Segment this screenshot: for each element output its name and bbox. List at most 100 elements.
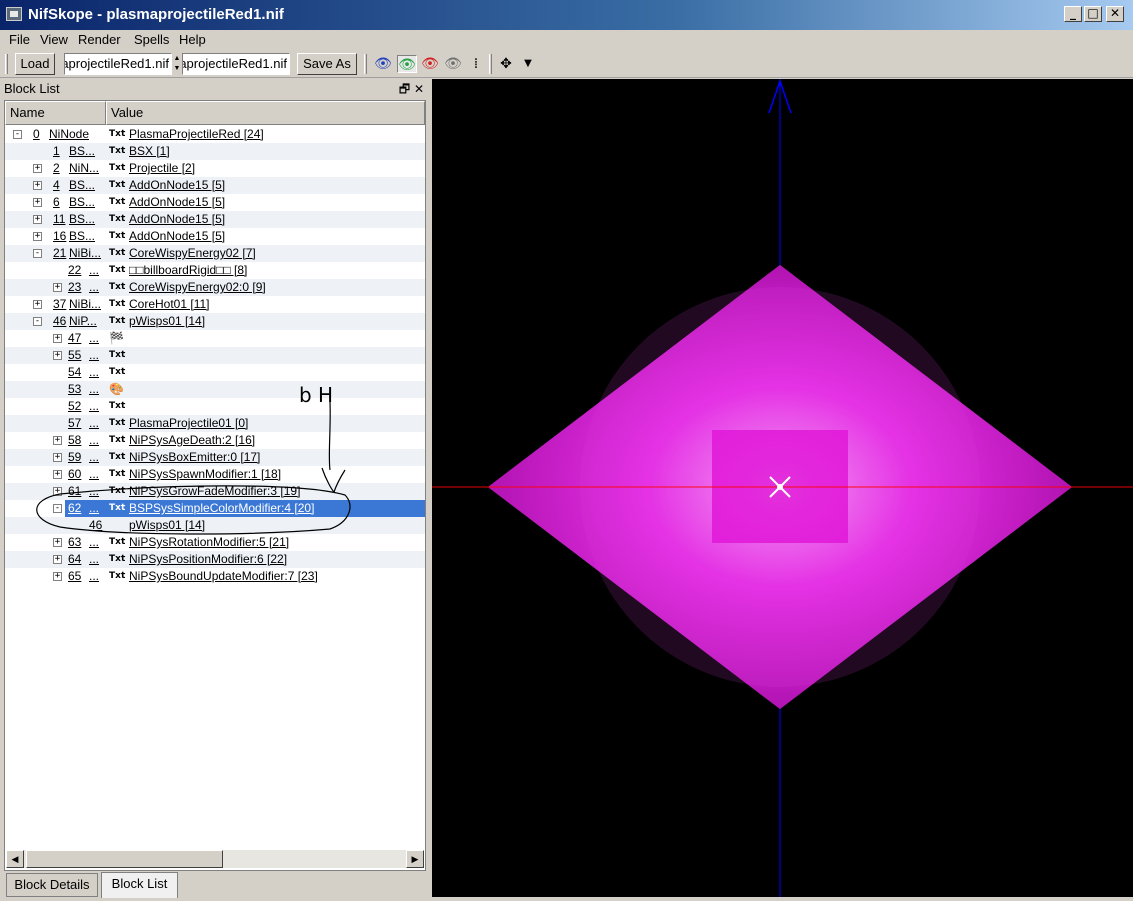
tree-row[interactable]: 22... Txt □□billboardRigid□□ [8] xyxy=(5,262,425,279)
collapse-icon[interactable]: - xyxy=(33,317,42,326)
maximize-button[interactable]: □ xyxy=(1084,6,1102,22)
horizontal-scrollbar[interactable]: ◀ ▶ xyxy=(6,850,424,868)
toolbar-grip[interactable] xyxy=(5,54,8,74)
menu-spells[interactable]: Spells xyxy=(134,32,169,47)
block-value: AddOnNode15 [5] xyxy=(129,229,226,243)
text-icon: Txt xyxy=(109,265,126,275)
expand-icon[interactable]: + xyxy=(53,470,62,479)
block-number: 62 xyxy=(68,501,82,515)
swap-arrows-icon[interactable]: ▲ ▼ xyxy=(173,54,181,74)
block-type: ... xyxy=(89,433,100,447)
float-dock-icon[interactable]: 🗗 xyxy=(399,82,410,96)
tree-row[interactable]: - 0 NiNode Txt PlasmaProjectileRed [24] xyxy=(5,126,425,143)
expand-icon[interactable]: + xyxy=(53,436,62,445)
expand-icon[interactable]: + xyxy=(33,164,42,173)
block-tree[interactable]: Name Value -0 NiNode Txt PlasmaProjectileRe… xyxy=(4,100,426,871)
tab-block-details[interactable]: Block Details xyxy=(6,873,98,897)
tree-row[interactable]: +16 BS... Txt AddOnNode15 [5] xyxy=(5,228,425,245)
close-dock-icon[interactable]: ✕ xyxy=(414,82,424,96)
menu-help[interactable]: Help xyxy=(179,32,206,47)
tree-row[interactable]: +55... Txt xyxy=(5,347,425,364)
expand-icon[interactable]: + xyxy=(53,572,62,581)
scroll-left-icon[interactable]: ◀ xyxy=(6,850,24,868)
tree-row[interactable]: 46 pWisps01 [14] xyxy=(5,517,425,534)
block-number: 59 xyxy=(68,450,82,464)
expand-icon[interactable]: + xyxy=(53,283,62,292)
eye-gray-icon[interactable]: 👁 xyxy=(443,55,463,73)
block-type: ... xyxy=(89,331,100,345)
expand-icon[interactable]: + xyxy=(33,300,42,309)
menu-file[interactable]: File xyxy=(9,32,30,47)
collapse-icon[interactable]: - xyxy=(13,130,22,139)
expand-icon[interactable]: + xyxy=(33,198,42,207)
text-icon: Txt xyxy=(109,435,126,445)
minimize-button[interactable]: _ xyxy=(1064,6,1082,22)
tree-row[interactable]: - 21 NiBi... Txt CoreWispyEnergy02 [7] xyxy=(5,245,425,262)
toolbar-grip-3[interactable] xyxy=(489,54,492,74)
text-icon: Txt xyxy=(109,367,126,377)
tree-row[interactable]: - 46 NiP... Txt pWisps01 [14] xyxy=(5,313,425,330)
tree-row[interactable]: +65... Txt NiPSysBoundUpdateModifier:7 [23… xyxy=(5,568,425,585)
expand-icon[interactable]: + xyxy=(33,181,42,190)
block-value: NiPSysPositionModifier:6 [22] xyxy=(129,552,288,566)
footprints-icon[interactable]: ⁞ xyxy=(466,55,486,73)
expand-icon[interactable]: + xyxy=(53,555,62,564)
block-number: 23 xyxy=(68,280,82,294)
block-type: ... xyxy=(89,552,100,566)
expand-icon[interactable]: + xyxy=(53,351,62,360)
scroll-thumb[interactable] xyxy=(26,850,223,868)
file-input-1[interactable]: aprojectileRed1.nif xyxy=(64,53,172,75)
tree-row[interactable]: +4 BS... Txt AddOnNode15 [5] xyxy=(5,177,425,194)
block-value: NiPSysRotationModifier:5 [21] xyxy=(129,535,290,549)
eye-green-icon[interactable]: 👁 xyxy=(397,55,417,73)
tree-row[interactable]: 54... Txt xyxy=(5,364,425,381)
tree-row[interactable]: +6 BS... Txt AddOnNode15 [5] xyxy=(5,194,425,211)
tree-row[interactable]: 57... Txt PlasmaProjectile01 [0] xyxy=(5,415,425,432)
tree-row[interactable]: +47... 🏁 xyxy=(5,330,425,347)
tree-row[interactable]: 52... Txt xyxy=(5,398,425,415)
block-value: AddOnNode15 [5] xyxy=(129,212,226,226)
expand-icon[interactable]: + xyxy=(53,487,62,496)
expand-icon[interactable]: + xyxy=(53,334,62,343)
tree-row[interactable]: 53... 🎨 xyxy=(5,381,425,398)
column-value[interactable]: Value xyxy=(106,101,425,125)
move-icon[interactable]: ✥ xyxy=(496,55,516,73)
block-number: 46 xyxy=(53,314,67,328)
tree-row[interactable]: +58... Txt NiPSysAgeDeath:2 [16] xyxy=(5,432,425,449)
block-type: ... xyxy=(89,535,100,549)
eye-red-icon[interactable]: 👁 xyxy=(420,55,440,73)
scroll-right-icon[interactable]: ▶ xyxy=(406,850,424,868)
menu-render[interactable]: Render xyxy=(78,32,121,47)
tree-row[interactable]: +61... Txt NiPSysGrowFadeModifier:3 [19] xyxy=(5,483,425,500)
load-button[interactable]: Load xyxy=(15,53,55,75)
save-as-button[interactable]: Save As xyxy=(297,53,357,75)
toolbar-grip-2[interactable] xyxy=(364,54,367,74)
expand-icon[interactable]: + xyxy=(33,215,42,224)
block-type: BS... xyxy=(69,178,96,192)
tree-row[interactable]: +11 BS... Txt AddOnNode15 [5] xyxy=(5,211,425,228)
tree-row[interactable]: +23... Txt CoreWispyEnergy02:0 [9] xyxy=(5,279,425,296)
tree-row[interactable]: +64... Txt NiPSysPositionModifier:6 [22] xyxy=(5,551,425,568)
close-button[interactable]: ✕ xyxy=(1106,6,1124,22)
render-viewport[interactable] xyxy=(432,79,1133,897)
tab-block-list[interactable]: Block List xyxy=(101,872,178,898)
viewport-scene xyxy=(432,79,1133,897)
expand-icon[interactable]: + xyxy=(33,232,42,241)
expand-icon[interactable]: + xyxy=(53,453,62,462)
text-icon: Txt xyxy=(109,231,126,241)
tree-row[interactable]: +63... Txt NiPSysRotationModifier:5 [21] xyxy=(5,534,425,551)
collapse-icon[interactable]: - xyxy=(33,249,42,258)
column-name[interactable]: Name xyxy=(5,101,106,125)
tree-row[interactable]: +2 NiN... Txt Projectile [2] xyxy=(5,160,425,177)
dropdown-arrow-icon[interactable]: ▼ xyxy=(518,55,538,73)
expand-icon[interactable]: + xyxy=(53,538,62,547)
tree-row[interactable]: -62... Txt BSPSysSimpleColorModifier:4 [20… xyxy=(5,500,425,517)
eye-blue-icon[interactable]: 👁 xyxy=(373,55,393,73)
menu-view[interactable]: View xyxy=(40,32,68,47)
tree-row[interactable]: +59... Txt NiPSysBoxEmitter:0 [17] xyxy=(5,449,425,466)
tree-row[interactable]: +37 NiBi... Txt CoreHot01 [11] xyxy=(5,296,425,313)
collapse-icon[interactable]: - xyxy=(53,504,62,513)
file-input-2[interactable]: aprojectileRed1.nif xyxy=(182,53,290,75)
tree-row[interactable]: +60... Txt NiPSysSpawnModifier:1 [18] xyxy=(5,466,425,483)
tree-row[interactable]: 1 BS... Txt BSX [1] xyxy=(5,143,425,160)
